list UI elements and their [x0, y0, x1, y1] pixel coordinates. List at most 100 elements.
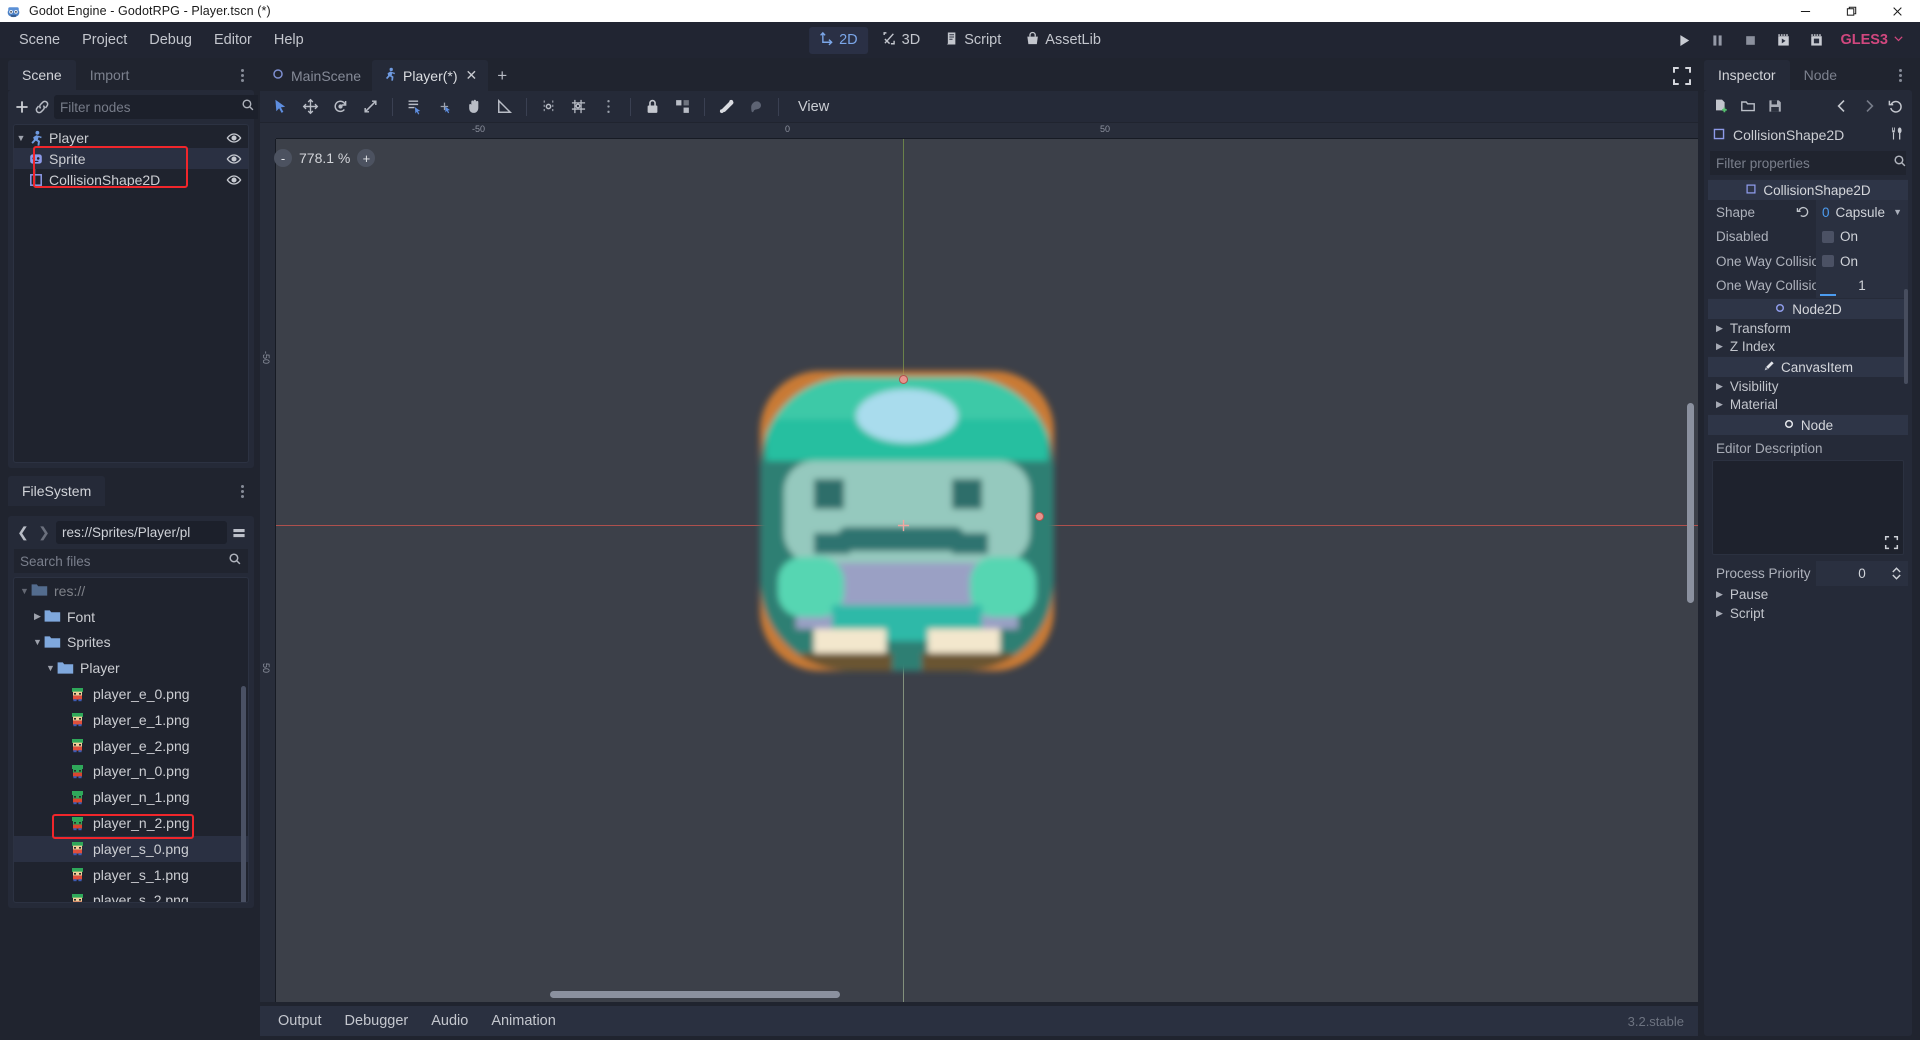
play-scene-button[interactable]	[1768, 27, 1798, 53]
scene-tab-mainscene[interactable]: MainScene	[260, 60, 372, 91]
fullscreen-icon[interactable]	[1672, 66, 1692, 86]
filesystem-tree[interactable]: ▼ res:// ▶ Font ▼ Sprites ▼ Player player_e_0.pn…	[13, 577, 249, 903]
split-mode-icon[interactable]	[230, 522, 248, 544]
chevron-down-icon[interactable]: ▼	[14, 133, 28, 143]
property-one-way-collision-margin[interactable]: One Way Collisio 1	[1708, 273, 1908, 298]
filesystem-item[interactable]: player_e_2.png	[14, 733, 248, 759]
view-menu[interactable]: View	[786, 95, 841, 119]
maximize-button[interactable]	[1828, 0, 1874, 22]
tab-inspector[interactable]: Inspector	[1704, 60, 1790, 90]
save-icon[interactable]	[1764, 95, 1785, 116]
list-select-tool[interactable]	[400, 93, 429, 120]
ruler-mode-tool[interactable]	[430, 93, 459, 120]
section-z-index[interactable]: ▶ Z Index	[1708, 338, 1908, 357]
select-mode-tool[interactable]	[266, 93, 295, 120]
chevron-right-icon[interactable]: ▶	[31, 611, 44, 622]
checkbox-icon[interactable]	[1822, 255, 1834, 268]
chevron-down-icon[interactable]: ▼	[18, 586, 31, 596]
filter-nodes-field[interactable]	[54, 95, 261, 119]
menu-project[interactable]: Project	[71, 28, 138, 52]
canvas-2d[interactable]	[276, 139, 1698, 1002]
filter-properties-input[interactable]	[1716, 155, 1893, 171]
toggle-grid-snap[interactable]	[564, 93, 593, 120]
add-node-icon[interactable]	[14, 95, 30, 119]
property-disabled[interactable]: Disabled On	[1708, 224, 1908, 249]
zoom-in-button[interactable]: +	[357, 149, 376, 167]
viewport-horizontal-scrollbar[interactable]	[550, 991, 840, 998]
history-previous-icon[interactable]	[1831, 95, 1852, 116]
section-pause[interactable]: ▶ Pause	[1708, 586, 1908, 605]
checkbox-icon[interactable]	[1822, 230, 1834, 243]
menu-debug[interactable]: Debug	[138, 28, 203, 52]
folder-open-icon[interactable]	[1737, 95, 1758, 116]
visibility-toggle-icon[interactable]	[226, 130, 242, 146]
inspector-properties[interactable]: CollisionShape2D Shape 0 Capsule ▼ Disab…	[1708, 179, 1908, 1036]
pan-mode-tool[interactable]	[460, 93, 489, 120]
section-script[interactable]: ▶ Script	[1708, 604, 1908, 623]
ruler-tool[interactable]	[490, 93, 519, 120]
filesystem-item[interactable]: player_n_2.png	[14, 810, 248, 836]
search-files-field[interactable]	[14, 549, 248, 573]
visibility-toggle-icon[interactable]	[226, 151, 242, 167]
history-next-icon[interactable]	[1858, 95, 1879, 116]
toggle-smart-snap[interactable]	[534, 93, 563, 120]
lock-selected[interactable]	[638, 93, 667, 120]
nav-forward-button[interactable]: ❯	[35, 522, 53, 544]
zoom-out-button[interactable]: -	[274, 149, 292, 167]
close-button[interactable]	[1874, 0, 1920, 22]
nav-back-button[interactable]: ❮	[14, 522, 32, 544]
scene-node-player[interactable]: ▼ Player	[14, 127, 248, 148]
section-material[interactable]: ▶ Material	[1708, 396, 1908, 415]
renderer-dropdown[interactable]: GLES3	[1834, 32, 1910, 48]
inspector-scrollbar[interactable]	[1904, 289, 1908, 384]
visibility-toggle-icon[interactable]	[226, 172, 242, 188]
filesystem-item[interactable]: ▶ Font	[14, 604, 248, 630]
filesystem-item[interactable]: ▼ res://	[14, 578, 248, 604]
property-one-way-collision[interactable]: One Way Collisio On	[1708, 249, 1908, 274]
tab-scene[interactable]: Scene	[8, 60, 76, 90]
section-transform[interactable]: ▶ Transform	[1708, 319, 1908, 338]
menu-help[interactable]: Help	[263, 28, 315, 52]
minimize-button[interactable]	[1782, 0, 1828, 22]
filesystem-item[interactable]: ▼ Player	[14, 655, 248, 681]
sprite-top-handle[interactable]	[899, 375, 908, 384]
history-icon[interactable]	[1885, 95, 1906, 116]
filesystem-item[interactable]: player_s_2.png	[14, 888, 248, 902]
bottom-tab-audio[interactable]: Audio	[421, 1009, 478, 1033]
filesystem-item[interactable]: player_s_0.png	[14, 835, 248, 862]
chevron-down-icon[interactable]: ▼	[1893, 207, 1902, 217]
filesystem-scrollbar[interactable]	[241, 686, 246, 902]
tab-filesystem[interactable]: FileSystem	[8, 476, 106, 506]
filter-nodes-input[interactable]	[60, 99, 237, 115]
add-scene-tab-button[interactable]: +	[488, 61, 516, 91]
property-value-one-way-collision[interactable]: On	[1816, 249, 1908, 274]
property-shape[interactable]: Shape 0 Capsule ▼	[1708, 200, 1908, 225]
mode-script-button[interactable]: Script	[934, 27, 1011, 54]
menu-scene[interactable]: Scene	[8, 28, 71, 52]
stop-button[interactable]	[1735, 27, 1765, 53]
expand-icon[interactable]	[1884, 535, 1899, 550]
tab-node[interactable]: Node	[1790, 62, 1851, 88]
mode-2d-button[interactable]: 2D	[809, 26, 868, 54]
search-files-input[interactable]	[20, 553, 224, 569]
property-value-process-priority[interactable]: 0	[1816, 561, 1908, 586]
new-resource-icon[interactable]	[1710, 95, 1731, 116]
chevron-down-icon[interactable]: ▼	[44, 663, 57, 673]
close-icon[interactable]: ✕	[466, 67, 478, 84]
move-mode-tool[interactable]	[296, 93, 325, 120]
scene-tree[interactable]: ▼ Player Sprite CollisionShape2D	[13, 124, 249, 463]
scene-node-sprite[interactable]: Sprite	[14, 148, 248, 169]
filesystem-panel-menu-icon[interactable]	[236, 483, 248, 500]
pause-button[interactable]	[1702, 27, 1732, 53]
play-button[interactable]	[1669, 27, 1699, 53]
inspector-panel-menu-icon[interactable]	[1894, 67, 1906, 84]
rotate-mode-tool[interactable]	[326, 93, 355, 120]
revert-icon[interactable]	[1796, 205, 1810, 219]
editor-description-field[interactable]	[1712, 460, 1904, 555]
menu-editor[interactable]: Editor	[203, 28, 263, 52]
spinner-icon[interactable]	[1890, 567, 1903, 580]
animation-key[interactable]	[742, 93, 771, 120]
filter-properties-field[interactable]	[1710, 151, 1906, 175]
filesystem-item[interactable]: player_n_0.png	[14, 759, 248, 785]
bottom-tab-output[interactable]: Output	[268, 1009, 332, 1033]
